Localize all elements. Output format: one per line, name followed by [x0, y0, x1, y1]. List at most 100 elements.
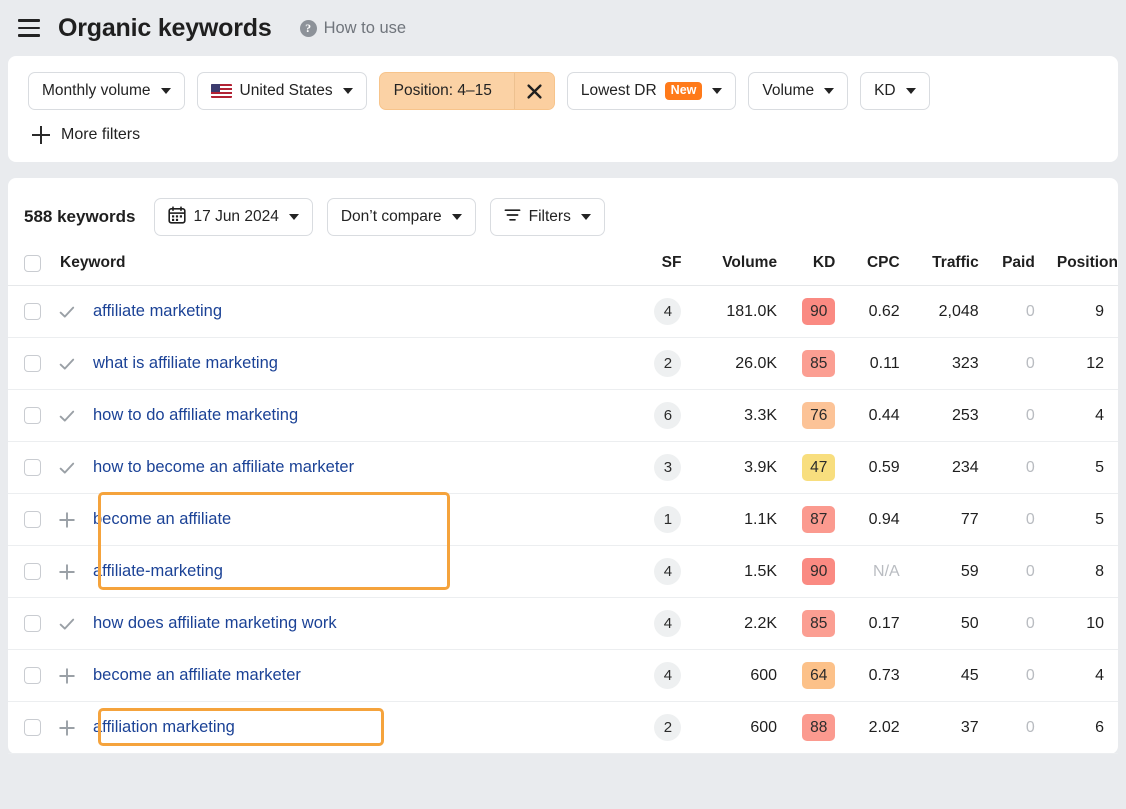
- cpc-value: 0.62: [869, 303, 900, 320]
- row-checkbox[interactable]: [24, 511, 41, 528]
- table-body: affiliate marketing4181.0K900.622,04809w…: [8, 286, 1118, 754]
- check-icon[interactable]: [58, 459, 76, 477]
- keyword-count: 588 keywords: [24, 207, 136, 227]
- plus-icon[interactable]: [58, 719, 76, 737]
- filter-chip-row: Monthly volume United States Position: 4…: [28, 72, 1098, 110]
- filter-chip-kd[interactable]: KD: [860, 72, 930, 110]
- column-header-keyword[interactable]: Keyword: [8, 254, 619, 286]
- chevron-down-icon: [343, 88, 353, 94]
- cell-keyword: how to do affiliate marketing: [8, 390, 619, 442]
- keyword-link[interactable]: become an affiliate: [93, 510, 231, 529]
- cell-keyword: how to become an affiliate marketer: [8, 442, 619, 494]
- hamburger-menu-icon[interactable]: [14, 13, 44, 43]
- filter-chip-monthly-volume[interactable]: Monthly volume: [28, 72, 185, 110]
- select-all-checkbox[interactable]: [24, 255, 41, 272]
- filter-chip-lowest-dr[interactable]: Lowest DR New: [567, 72, 737, 110]
- compare-button[interactable]: Don’t compare: [327, 198, 476, 236]
- more-filters-button[interactable]: More filters: [32, 126, 1098, 144]
- filter-chip-label: Monthly volume: [42, 82, 151, 100]
- close-icon[interactable]: [514, 73, 554, 109]
- cell-cpc: 0.62: [835, 286, 899, 338]
- kd-badge: 76: [802, 402, 835, 429]
- paid-value: 0: [1026, 511, 1035, 528]
- column-header-paid[interactable]: Paid: [979, 254, 1035, 286]
- cell-position: 10: [1035, 598, 1118, 650]
- check-icon[interactable]: [58, 303, 76, 321]
- filter-chip-position[interactable]: Position: 4–15: [379, 72, 555, 110]
- keyword-link[interactable]: how to do affiliate marketing: [93, 406, 298, 425]
- cell-paid: 0: [979, 598, 1035, 650]
- check-icon[interactable]: [58, 407, 76, 425]
- check-icon[interactable]: [58, 355, 76, 373]
- table-row[interactable]: how does affiliate marketing work42.2K85…: [8, 598, 1118, 650]
- row-checkbox[interactable]: [24, 355, 41, 372]
- row-checkbox[interactable]: [24, 563, 41, 580]
- cell-sf: 3: [619, 442, 681, 494]
- row-checkbox[interactable]: [24, 667, 41, 684]
- sf-badge: 2: [654, 350, 681, 377]
- cell-keyword: affiliate marketing: [8, 286, 619, 338]
- keyword-link[interactable]: how to become an affiliate marketer: [93, 458, 354, 477]
- how-to-use-label: How to use: [324, 19, 407, 38]
- column-header-kd[interactable]: KD: [777, 254, 835, 286]
- kd-badge: 87: [802, 506, 835, 533]
- cell-volume: 1.5K: [681, 546, 777, 598]
- plus-icon[interactable]: [58, 511, 76, 529]
- table-row[interactable]: become an affiliate11.1K870.947705: [8, 494, 1118, 546]
- column-header-traffic[interactable]: Traffic: [900, 254, 979, 286]
- how-to-use-link[interactable]: ? How to use: [300, 19, 407, 38]
- column-header-volume[interactable]: Volume: [681, 254, 777, 286]
- cell-sf: 2: [619, 702, 681, 754]
- cell-traffic: 45: [900, 650, 979, 702]
- table-row[interactable]: affiliate marketing4181.0K900.622,04809: [8, 286, 1118, 338]
- date-picker-button[interactable]: 17 Jun 2024: [154, 198, 313, 236]
- plus-icon[interactable]: [58, 563, 76, 581]
- cell-traffic: 59: [900, 546, 979, 598]
- keyword-link[interactable]: affiliate-marketing: [93, 562, 223, 581]
- filter-chip-label: KD: [874, 82, 896, 100]
- cell-volume: 600: [681, 702, 777, 754]
- cpc-value: 0.73: [869, 667, 900, 684]
- cell-volume: 181.0K: [681, 286, 777, 338]
- keyword-link[interactable]: affiliate marketing: [93, 302, 222, 321]
- table-row[interactable]: what is affiliate marketing226.0K850.113…: [8, 338, 1118, 390]
- table-row[interactable]: how to become an affiliate marketer33.9K…: [8, 442, 1118, 494]
- row-checkbox[interactable]: [24, 719, 41, 736]
- table-row[interactable]: become an affiliate marketer4600640.7345…: [8, 650, 1118, 702]
- chevron-down-icon: [289, 214, 299, 220]
- row-checkbox[interactable]: [24, 407, 41, 424]
- check-icon[interactable]: [58, 615, 76, 633]
- filter-chip-label: Lowest DR: [581, 82, 657, 100]
- keyword-link[interactable]: how does affiliate marketing work: [93, 614, 337, 633]
- row-checkbox[interactable]: [24, 615, 41, 632]
- sf-badge: 4: [654, 610, 681, 637]
- row-checkbox[interactable]: [24, 459, 41, 476]
- filters-label: Filters: [529, 208, 571, 226]
- filter-chip-volume[interactable]: Volume: [748, 72, 848, 110]
- chevron-down-icon: [712, 88, 722, 94]
- us-flag-icon: [211, 84, 232, 98]
- keyword-link[interactable]: affiliation marketing: [93, 718, 235, 737]
- filter-chip-label: United States: [240, 82, 333, 100]
- cell-sf: 4: [619, 598, 681, 650]
- row-checkbox[interactable]: [24, 303, 41, 320]
- table-row[interactable]: how to do affiliate marketing63.3K760.44…: [8, 390, 1118, 442]
- kd-badge: 47: [802, 454, 835, 481]
- cell-kd: 90: [777, 286, 835, 338]
- cell-paid: 0: [979, 702, 1035, 754]
- cell-keyword: what is affiliate marketing: [8, 338, 619, 390]
- keyword-link[interactable]: what is affiliate marketing: [93, 354, 278, 373]
- filter-chip-country[interactable]: United States: [197, 72, 367, 110]
- question-mark-icon: ?: [300, 20, 317, 37]
- sf-badge: 1: [654, 506, 681, 533]
- table-row[interactable]: affiliation marketing2600882.023706: [8, 702, 1118, 754]
- plus-icon[interactable]: [58, 667, 76, 685]
- filters-button[interactable]: Filters: [490, 198, 605, 236]
- column-header-position[interactable]: Position: [1035, 254, 1118, 286]
- table-row[interactable]: affiliate-marketing41.5K90N/A5908: [8, 546, 1118, 598]
- cell-cpc: 0.11: [835, 338, 899, 390]
- keyword-link[interactable]: become an affiliate marketer: [93, 666, 301, 685]
- column-header-sf[interactable]: SF: [619, 254, 681, 286]
- cell-paid: 0: [979, 494, 1035, 546]
- column-header-cpc[interactable]: CPC: [835, 254, 899, 286]
